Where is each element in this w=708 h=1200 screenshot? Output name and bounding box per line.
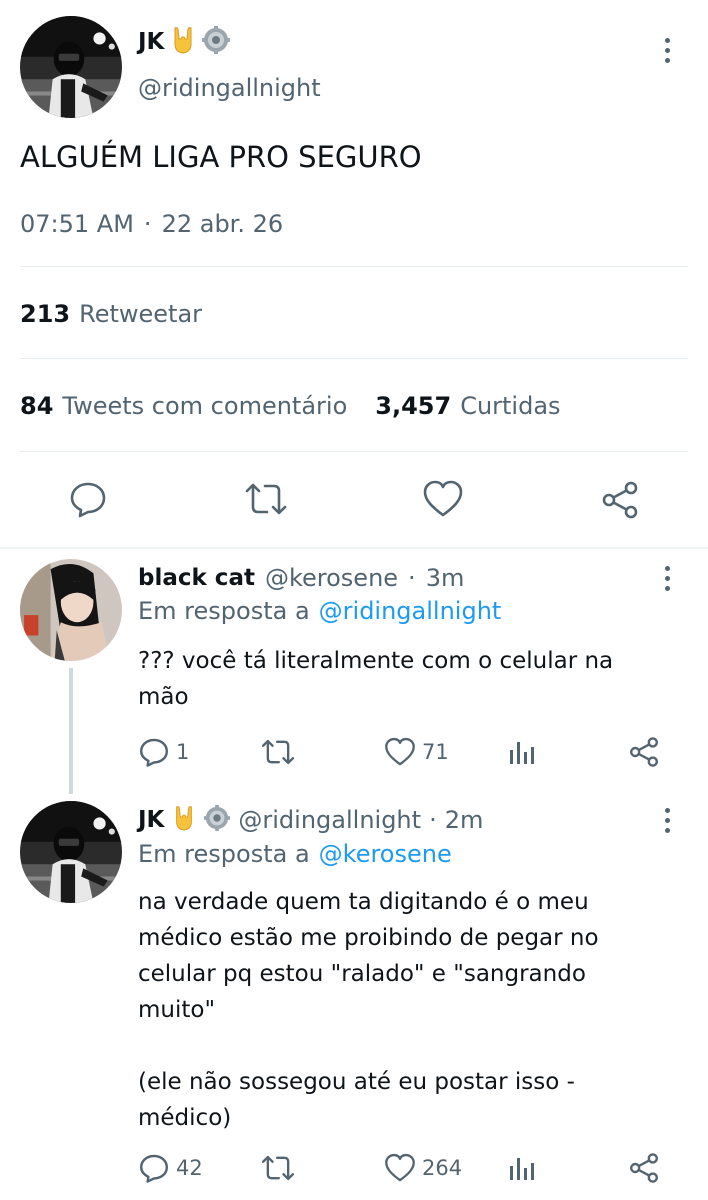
like-action[interactable]: 264 (384, 1152, 462, 1184)
likes-label: Curtidas (460, 392, 561, 420)
main-author-avatar[interactable] (20, 16, 122, 118)
reply-action[interactable]: 42 (138, 1152, 203, 1184)
main-author-handle[interactable]: @ridingallnight (138, 74, 321, 102)
reply-author-name[interactable]: JK (138, 807, 164, 833)
reply-to-link[interactable]: @ridingallnight (319, 597, 502, 625)
reply-prefix: Em resposta a (138, 840, 310, 868)
more-vertical-icon[interactable] (662, 808, 672, 833)
tweet-time: 07:51 AM (20, 210, 134, 238)
reply-text: na verdade quem ta digitando é o meu méd… (138, 889, 599, 1131)
heart-icon (384, 736, 416, 768)
main-tweet-text: ALGUÉM LIGA PRO SEGURO (20, 140, 422, 174)
retweet-icon (260, 1152, 296, 1184)
reply-bubble-icon (138, 736, 170, 768)
quote-tweets-label: Tweets com comentário (62, 392, 348, 420)
reply-context: Em resposta a @ridingallnight (138, 597, 501, 625)
retweet-icon (260, 736, 296, 768)
quote-tweets-stat[interactable]: 84 Tweets com comentário (20, 392, 347, 420)
rock-hand-emoji-icon (172, 805, 196, 835)
separator-dot: · (429, 806, 437, 834)
analytics-icon[interactable] (508, 1154, 536, 1182)
retweet-icon[interactable] (243, 479, 289, 519)
divider (20, 358, 688, 359)
likes-count: 3,457 (375, 392, 452, 420)
more-vertical-icon[interactable] (662, 38, 672, 63)
reply-text: ??? você tá literalmente com o celular n… (138, 648, 614, 710)
share-icon[interactable] (628, 736, 660, 768)
section-divider (0, 547, 708, 549)
reply-author-handle[interactable]: @kerosene (265, 564, 398, 592)
retweets-count: 213 (20, 300, 71, 328)
gear-icon (204, 805, 231, 835)
reply-action[interactable]: 1 (138, 736, 189, 768)
reply-bubble-icon (138, 1152, 170, 1184)
quote-tweets-count: 84 (20, 392, 54, 420)
share-icon[interactable] (628, 1152, 660, 1184)
reply-author-avatar[interactable] (20, 801, 122, 903)
reply-prefix: Em resposta a (138, 597, 310, 625)
reply-author-handle[interactable]: @ridingallnight (238, 806, 421, 834)
like-count: 264 (422, 1156, 463, 1180)
like-count: 71 (422, 740, 449, 764)
reply-count: 1 (176, 740, 190, 764)
reply-count: 42 (176, 1156, 203, 1180)
reply-author-name[interactable]: black cat (138, 565, 255, 591)
share-icon[interactable] (600, 480, 640, 520)
tweet-date: 22 abr. 26 (161, 210, 284, 238)
main-author-name[interactable]: JK (138, 29, 164, 55)
retweet-action[interactable] (260, 736, 302, 768)
reply-author-avatar[interactable] (20, 559, 122, 661)
reply-time-ago[interactable]: 3m (426, 564, 465, 592)
gear-icon (202, 26, 231, 58)
reply-context: Em resposta a @kerosene (138, 840, 452, 868)
retweet-action[interactable] (260, 1152, 302, 1184)
separator-dot: · (143, 210, 152, 238)
retweets-label: Retweetar (79, 300, 203, 328)
separator-dot: · (408, 564, 416, 592)
analytics-icon[interactable] (508, 738, 536, 766)
like-action[interactable]: 71 (384, 736, 449, 768)
reply-bubble-icon[interactable] (68, 479, 108, 519)
thread-line (69, 668, 73, 794)
retweets-stat[interactable]: 213 Retweetar (20, 300, 202, 328)
heart-icon (384, 1152, 416, 1184)
main-tweet-timestamp[interactable]: 07:51 AM · 22 abr. 26 (20, 210, 283, 238)
heart-icon[interactable] (422, 479, 464, 519)
reply-time-ago[interactable]: 2m (445, 806, 484, 834)
rock-hand-emoji-icon (170, 26, 196, 59)
divider (20, 451, 688, 452)
likes-stat[interactable]: 3,457 Curtidas (375, 392, 560, 420)
divider (20, 266, 688, 267)
more-vertical-icon[interactable] (662, 566, 672, 591)
reply-to-link[interactable]: @kerosene (319, 840, 452, 868)
